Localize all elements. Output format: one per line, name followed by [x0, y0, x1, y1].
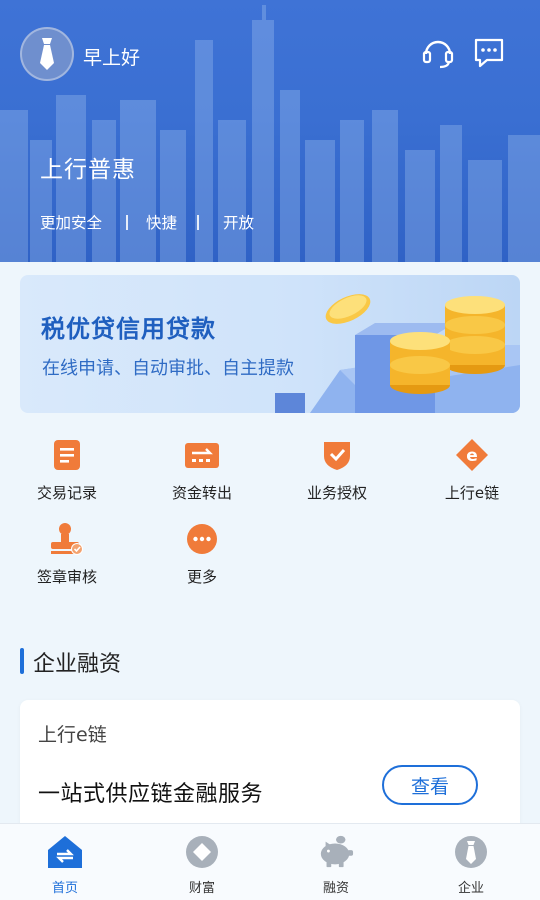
section-accent-bar	[20, 648, 24, 674]
enterprise-tie-icon	[453, 834, 489, 870]
nav-enterprise[interactable]: 企业	[426, 834, 516, 898]
nav-label: 财富	[188, 881, 215, 896]
nav-label: 企业	[457, 881, 484, 896]
taglines: 更加安全 快捷 开放	[40, 211, 254, 233]
svg-text:e: e	[466, 446, 478, 466]
service-label: 业务授权	[306, 484, 367, 502]
more-dots-icon	[184, 522, 220, 556]
service-seal-review[interactable]: 签章审核	[12, 522, 122, 592]
home-icon	[47, 834, 83, 870]
chat-bubble-icon[interactable]	[472, 36, 506, 70]
hero-title: 上行普惠	[40, 157, 136, 183]
document-list-icon	[49, 438, 85, 472]
nav-home[interactable]: 首页	[20, 834, 110, 898]
coins-illustration	[275, 294, 520, 413]
hero-header: 早上好 上行普惠 更加安全 快捷 开放	[0, 0, 540, 262]
service-business-authorization[interactable]: 业务授权	[282, 438, 392, 508]
service-label: 更多	[186, 568, 217, 586]
service-e-chain[interactable]: e 上行e链	[417, 438, 527, 508]
avatar[interactable]	[20, 27, 74, 81]
e-chain-icon: e	[454, 438, 490, 472]
card-subtitle: 上行e链	[38, 724, 107, 746]
tagline-open: 开放	[223, 214, 255, 232]
service-more[interactable]: 更多	[147, 522, 257, 592]
divider	[197, 214, 200, 230]
nav-financing[interactable]: 融资	[291, 834, 381, 898]
headset-icon[interactable]	[421, 36, 455, 70]
greeting-text: 早上好	[83, 47, 141, 69]
nav-label: 首页	[51, 881, 78, 896]
service-label: 资金转出	[171, 484, 232, 502]
view-button[interactable]: 查看	[382, 765, 478, 805]
tagline-fast: 快捷	[146, 214, 178, 232]
service-label: 上行e链	[444, 484, 500, 502]
promo-banner[interactable]: 税优贷信用贷款 在线申请、自动审批、自主提款	[20, 275, 520, 413]
financing-card[interactable]: 上行e链 一站式供应链金融服务 查看	[20, 700, 520, 840]
nav-wealth[interactable]: 财富	[157, 834, 247, 898]
bottom-nav: 首页 财富 融资 企业	[0, 823, 540, 900]
banner-title: 税优贷信用贷款	[41, 315, 216, 343]
service-label: 交易记录	[36, 484, 97, 502]
piggy-bank-icon	[318, 834, 354, 870]
section-title: 企业融资	[33, 652, 122, 677]
tagline-safe: 更加安全	[40, 214, 103, 232]
nav-label: 融资	[322, 881, 349, 896]
service-label: 签章审核	[36, 568, 97, 586]
stamp-review-icon	[49, 522, 85, 556]
service-fund-transfer[interactable]: 资金转出	[147, 438, 257, 508]
transfer-out-icon	[184, 438, 220, 472]
card-main-text: 一站式供应链金融服务	[38, 782, 264, 807]
wealth-diamond-icon	[184, 834, 220, 870]
shield-check-icon	[319, 438, 355, 472]
service-transaction-records[interactable]: 交易记录	[12, 438, 122, 508]
divider	[126, 214, 129, 230]
tie-avatar-icon	[40, 38, 54, 70]
